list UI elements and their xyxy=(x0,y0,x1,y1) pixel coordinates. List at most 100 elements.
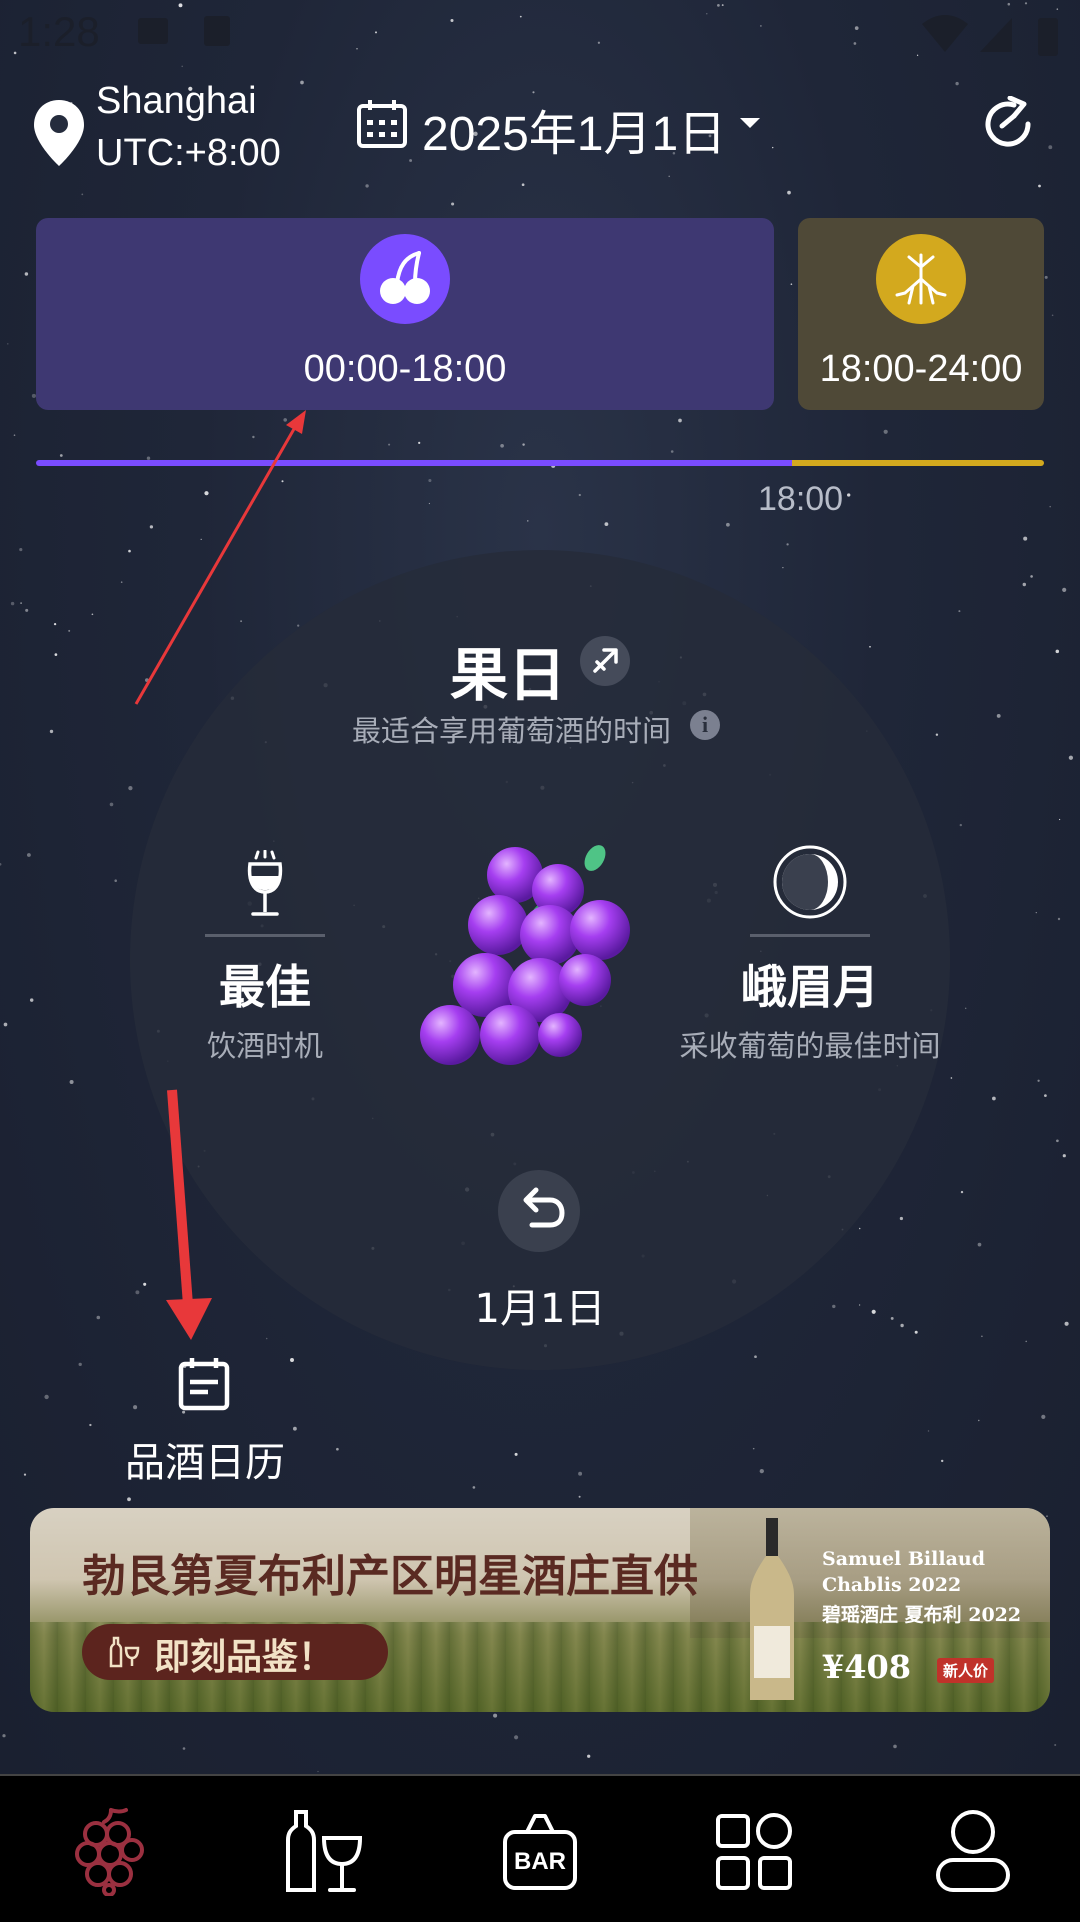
current-day-label: 1月1日 xyxy=(474,1286,606,1332)
star xyxy=(290,1358,294,1362)
star xyxy=(950,1077,953,1079)
tasting-calendar-icon[interactable] xyxy=(178,1356,230,1412)
star xyxy=(336,1447,339,1451)
star xyxy=(890,1316,894,1320)
star xyxy=(1051,314,1054,317)
star xyxy=(500,443,504,448)
signal-icon xyxy=(978,14,1014,58)
star xyxy=(428,502,430,505)
banner-cta-button[interactable]: 即刻品鉴！ xyxy=(82,1624,388,1680)
star xyxy=(26,853,31,857)
star xyxy=(871,1309,876,1314)
bar-bag-icon[interactable]: BAR xyxy=(495,1806,585,1896)
best-title: 最佳 xyxy=(219,960,311,1014)
star xyxy=(54,653,58,656)
fruit-period-card[interactable]: 00:00-18:00 xyxy=(36,218,774,410)
back-to-today-button[interactable] xyxy=(498,1170,580,1252)
timeline-fruit-segment xyxy=(36,460,792,466)
star xyxy=(782,566,784,569)
star xyxy=(29,998,34,1002)
city-name[interactable]: Shanghai xyxy=(96,80,257,123)
chevron-down-icon[interactable] xyxy=(740,118,760,128)
info-icon[interactable]: i xyxy=(690,710,720,740)
battery-icon xyxy=(1036,14,1060,62)
promo-banner[interactable]: 勃艮第夏布利产区明星酒庄直供 即刻品鉴！ Samuel Billaud Chab… xyxy=(30,1508,1050,1712)
star xyxy=(19,548,23,552)
date-selector[interactable]: 2025年1月1日 xyxy=(422,94,726,164)
star xyxy=(44,1394,49,1400)
star xyxy=(252,435,255,439)
star xyxy=(10,601,15,606)
moon-phase: 峨眉月 采收葡萄的最佳时间 xyxy=(670,845,950,1065)
cherry-icon xyxy=(360,234,450,324)
star xyxy=(858,1304,861,1306)
star xyxy=(91,613,94,616)
star xyxy=(958,610,961,613)
star xyxy=(522,443,525,446)
star xyxy=(1044,1094,1047,1097)
star xyxy=(1023,536,1028,541)
grapes-icon xyxy=(420,845,630,1065)
refresh-icon[interactable] xyxy=(980,96,1036,152)
utc-offset: UTC:+8:00 xyxy=(96,132,281,174)
bottom-nav: BAR xyxy=(0,1774,1080,1922)
star xyxy=(109,802,114,807)
star xyxy=(964,1007,967,1010)
root-period-card[interactable]: 18:00-24:00 xyxy=(798,218,1044,410)
best-drinking-time: 最佳 饮酒时机 xyxy=(200,850,330,1065)
status-bar: 1:28 xyxy=(0,0,1080,70)
star xyxy=(145,678,149,682)
star xyxy=(847,493,851,497)
timeline-root-segment xyxy=(792,460,1044,466)
star xyxy=(726,522,730,527)
star xyxy=(1030,575,1033,578)
day-timeline xyxy=(36,460,1044,466)
location-pin-icon[interactable] xyxy=(32,98,86,168)
user-icon[interactable] xyxy=(928,1806,1018,1896)
star xyxy=(900,1323,904,1328)
star xyxy=(472,1486,476,1489)
undo-arrow-icon xyxy=(523,1187,565,1228)
star xyxy=(68,629,71,632)
star xyxy=(914,1330,918,1334)
star xyxy=(527,520,529,522)
star xyxy=(604,522,609,526)
star xyxy=(128,785,133,791)
star xyxy=(428,478,432,483)
star xyxy=(1062,587,1067,592)
star xyxy=(992,1096,996,1101)
day-type-title: 果日 xyxy=(450,641,567,709)
wine-name: Chablis 2022 xyxy=(822,1574,962,1596)
tasting-calendar-label[interactable]: 品酒日历 xyxy=(120,1430,290,1488)
star xyxy=(69,1080,74,1084)
notification-icon xyxy=(200,14,234,52)
wine-price: ¥408 xyxy=(822,1648,912,1686)
star xyxy=(981,1335,983,1338)
grapes-icon[interactable] xyxy=(66,1806,156,1896)
star xyxy=(388,443,391,446)
star xyxy=(127,1497,131,1502)
calendar-icon[interactable] xyxy=(356,98,408,150)
star xyxy=(24,272,29,276)
apps-grid-icon[interactable] xyxy=(710,1806,800,1896)
star xyxy=(78,1362,82,1367)
star xyxy=(978,1419,980,1422)
timeline-marker-label: 18:00 xyxy=(758,480,844,518)
star xyxy=(790,283,793,286)
star xyxy=(678,418,682,423)
star xyxy=(1064,1321,1069,1326)
wine-bottle-glass-icon[interactable] xyxy=(280,1806,370,1896)
star xyxy=(7,343,9,345)
star xyxy=(977,1242,982,1247)
star xyxy=(283,418,287,422)
star xyxy=(883,429,888,434)
star xyxy=(578,493,581,497)
star xyxy=(143,1282,147,1286)
star xyxy=(49,729,54,734)
star xyxy=(1022,582,1027,587)
root-icon xyxy=(876,234,966,324)
star xyxy=(53,622,57,626)
star xyxy=(1049,505,1051,508)
star xyxy=(893,1744,897,1749)
banner-headline: 勃艮第夏布利产区明星酒庄直供 xyxy=(82,1551,698,1602)
